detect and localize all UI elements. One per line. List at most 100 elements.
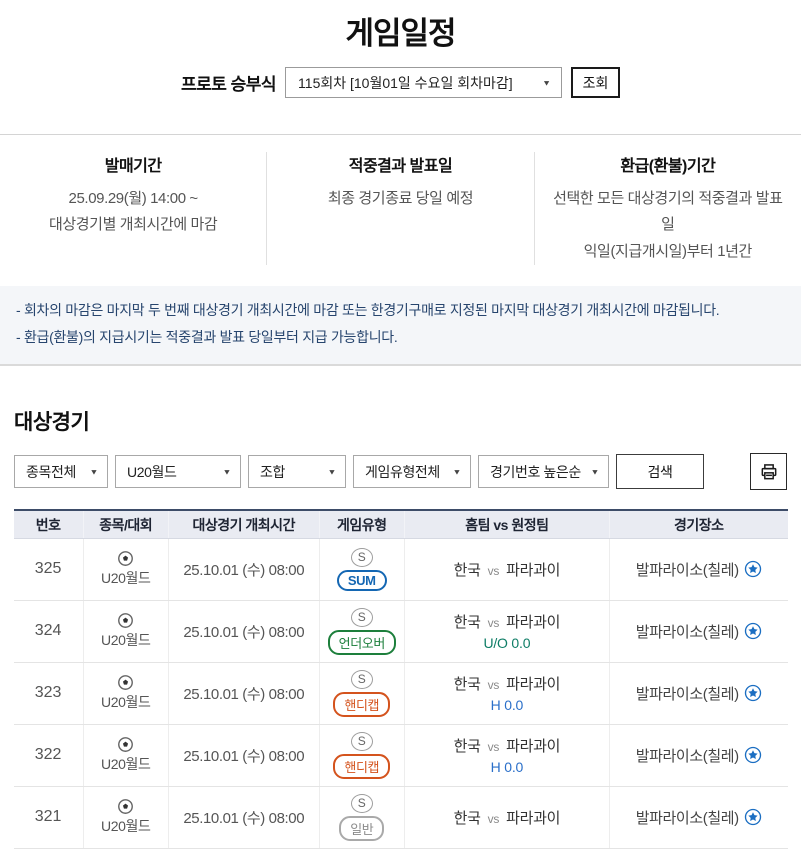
handicap-value: U/O 0.0 — [483, 635, 530, 651]
proto-select-row: 프로토 승부식 115회차 [10월01일 수요일 회차마감] ▼ 조회 — [0, 67, 801, 98]
league-label: U20월드 — [101, 754, 150, 774]
match-league-cell: U20월드 — [83, 724, 168, 786]
col-header-game-type: 게임유형 — [319, 510, 404, 538]
match-time: 25.10.01 (수) 08:00 — [168, 538, 319, 600]
single-badge: S — [351, 670, 373, 689]
filter-sport-select[interactable]: 종목전체 ▼ — [14, 455, 108, 488]
venue-label: 발파라이소(칠레) — [636, 683, 739, 704]
info-line: 선택한 모든 대상경기의 적중결과 발표일 — [549, 186, 787, 239]
filter-sport-value: 종목전체 — [26, 462, 76, 482]
caret-down-icon: ▼ — [327, 468, 336, 477]
info-line: 대상경기별 개최시간에 마감 — [14, 212, 252, 238]
venue-cell: 발파라이소(칠레) — [609, 786, 787, 848]
info-title: 환급(환불)기간 — [549, 152, 787, 176]
match-time: 25.10.01 (수) 08:00 — [168, 662, 319, 724]
notice-line: - 회차의 마감은 마지막 두 번째 대상경기 개최시간에 마감 또는 한경기구… — [16, 297, 785, 324]
filter-row: 종목전체 ▼ U20월드 ▼ 조합 ▼ 게임유형전체 ▼ 경기번호 높은순 ▼ … — [14, 453, 787, 490]
league-label: U20월드 — [101, 816, 150, 836]
match-number: 322 — [14, 724, 84, 786]
handicap-value: H 0.0 — [491, 759, 523, 775]
star-icon[interactable] — [744, 560, 762, 578]
away-team: 파라과이 — [506, 810, 560, 827]
match-table: 번호 종목/대회 대상경기 개최시간 게임유형 홈팀 vs 원정팀 경기장소 3… — [14, 509, 788, 849]
game-type-cell: S SUM — [319, 538, 404, 600]
notice-box: - 회차의 마감은 마지막 두 번째 대상경기 개최시간에 마감 또는 한경기구… — [0, 286, 801, 367]
game-type-cell: S 핸디캡 — [319, 724, 404, 786]
info-col-refund-period: 환급(환불)기간 선택한 모든 대상경기의 적중결과 발표일 익일(지급개시일)… — [534, 152, 801, 265]
col-header-time: 대상경기 개최시간 — [168, 510, 319, 538]
vs-label: vs — [488, 740, 499, 754]
match-number: 324 — [14, 600, 84, 662]
col-header-no: 번호 — [14, 510, 84, 538]
venue-label: 발파라이소(칠레) — [636, 559, 739, 580]
soccer-icon — [117, 550, 134, 567]
teams-cell: 한국 vs 파라과이 — [404, 538, 609, 600]
match-table-header: 번호 종목/대회 대상경기 개최시간 게임유형 홈팀 vs 원정팀 경기장소 — [14, 510, 788, 538]
soccer-icon — [117, 798, 134, 815]
home-team: 한국 — [454, 562, 481, 579]
soccer-icon — [117, 736, 134, 753]
caret-down-icon: ▼ — [542, 78, 551, 87]
filter-game-type-select[interactable]: 게임유형전체 ▼ — [353, 455, 471, 488]
vs-label: vs — [488, 564, 499, 578]
star-icon[interactable] — [744, 746, 762, 764]
match-league-cell: U20월드 — [83, 600, 168, 662]
filter-combo-value: 조합 — [260, 462, 285, 482]
proto-label: 프로토 승부식 — [181, 70, 276, 95]
table-row[interactable]: 322 U20월드 25.10.01 (수) 08:00 S 핸디캡 — [14, 724, 788, 786]
table-row[interactable]: 321 U20월드 25.10.01 (수) 08:00 S 일반 — [14, 786, 788, 848]
round-select[interactable]: 115회차 [10월01일 수요일 회차마감] ▼ — [285, 67, 562, 98]
inquiry-button[interactable]: 조회 — [571, 67, 620, 98]
home-team: 한국 — [454, 810, 481, 827]
round-select-value: 115회차 [10월01일 수요일 회차마감] — [298, 73, 513, 93]
filter-league-select[interactable]: U20월드 ▼ — [115, 455, 241, 488]
table-row[interactable]: 325 U20월드 25.10.01 (수) 08:00 S SUM — [14, 538, 788, 600]
caret-down-icon: ▼ — [452, 468, 461, 477]
info-col-sale-period: 발매기간 25.09.29(월) 14:00 ~ 대상경기별 개최시간에 마감 — [0, 152, 266, 265]
venue-cell: 발파라이소(칠레) — [609, 724, 787, 786]
match-league-cell: U20월드 — [83, 786, 168, 848]
venue-cell: 발파라이소(칠레) — [609, 662, 787, 724]
star-icon[interactable] — [744, 684, 762, 702]
vs-label: vs — [488, 678, 499, 692]
caret-down-icon: ▼ — [89, 468, 98, 477]
search-button[interactable]: 검색 — [616, 454, 704, 489]
printer-icon — [759, 462, 779, 482]
caret-down-icon: ▼ — [590, 468, 599, 477]
away-team: 파라과이 — [506, 614, 560, 631]
star-icon[interactable] — [744, 622, 762, 640]
info-line: 25.09.29(월) 14:00 ~ — [14, 186, 252, 212]
info-line: 최종 경기종료 당일 예정 — [281, 186, 519, 212]
filter-league-value: U20월드 — [127, 462, 176, 482]
venue-cell: 발파라이소(칠레) — [609, 600, 787, 662]
game-type-badge: 핸디캡 — [333, 692, 390, 717]
single-badge: S — [351, 794, 373, 813]
venue-label: 발파라이소(칠레) — [636, 621, 739, 642]
match-time: 25.10.01 (수) 08:00 — [168, 724, 319, 786]
filter-sort-select[interactable]: 경기번호 높은순 ▼ — [478, 455, 609, 488]
match-time: 25.10.01 (수) 08:00 — [168, 600, 319, 662]
away-team: 파라과이 — [506, 676, 560, 693]
filter-combo-select[interactable]: 조합 ▼ — [248, 455, 346, 488]
table-row[interactable]: 324 U20월드 25.10.01 (수) 08:00 S 언더오버 — [14, 600, 788, 662]
game-type-cell: S 일반 — [319, 786, 404, 848]
soccer-icon — [117, 612, 134, 629]
filter-sort-value: 경기번호 높은순 — [490, 462, 581, 482]
match-number: 323 — [14, 662, 84, 724]
game-type-badge: SUM — [337, 570, 387, 591]
away-team: 파라과이 — [506, 738, 560, 755]
info-title: 발매기간 — [14, 152, 252, 176]
print-button[interactable] — [750, 453, 787, 490]
info-line: 익일(지급개시일)부터 1년간 — [549, 239, 787, 265]
table-row[interactable]: 323 U20월드 25.10.01 (수) 08:00 S 핸디캡 — [14, 662, 788, 724]
col-header-teams: 홈팀 vs 원정팀 — [404, 510, 609, 538]
game-type-badge: 언더오버 — [328, 630, 396, 655]
match-number: 325 — [14, 538, 84, 600]
star-icon[interactable] — [744, 808, 762, 826]
teams-cell: 한국vs파라과이 — [404, 786, 609, 848]
match-table-body: 325 U20월드 25.10.01 (수) 08:00 S SUM — [14, 538, 788, 848]
match-number: 321 — [14, 786, 84, 848]
caret-down-icon: ▼ — [222, 468, 231, 477]
away-team: 파라과이 — [506, 562, 560, 579]
home-team: 한국 — [454, 614, 481, 631]
